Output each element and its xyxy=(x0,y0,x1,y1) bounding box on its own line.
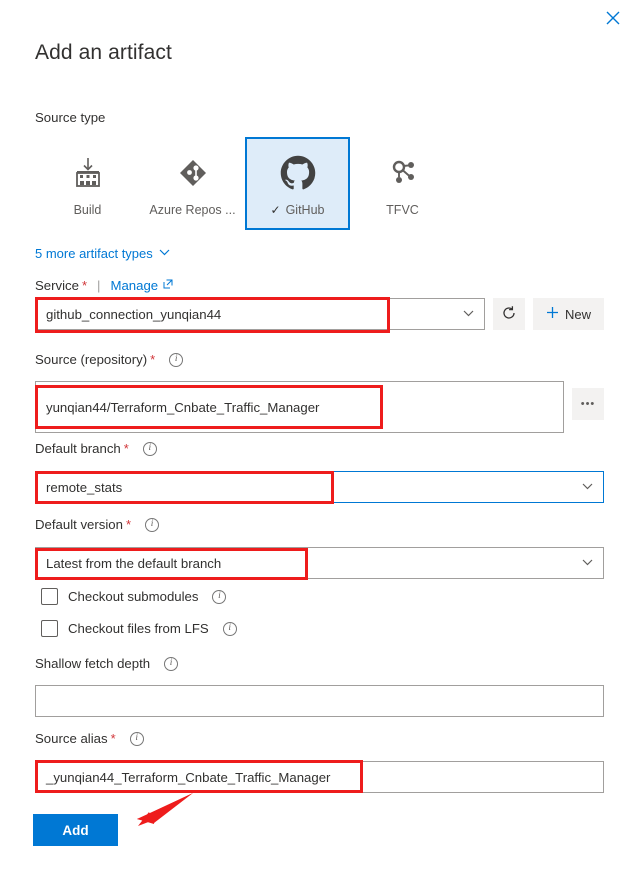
service-value: github_connection_yunqian44 xyxy=(46,306,222,322)
default-branch-value: remote_stats xyxy=(46,479,123,495)
tfvc-icon xyxy=(386,151,420,195)
source-type-tile-label: TFVC xyxy=(386,202,419,217)
source-repository-value: yunqian44/Terraform_Cnbate_Traffic_Manag… xyxy=(46,399,320,415)
add-button-label: Add xyxy=(62,822,89,838)
manage-link[interactable]: Manage xyxy=(110,278,158,293)
checkout-submodules-checkbox[interactable] xyxy=(41,588,58,605)
required-marker: * xyxy=(125,517,132,532)
checkout-submodules-row[interactable]: Checkout submodules i xyxy=(41,588,227,605)
more-artifact-types-link[interactable]: 5 more artifact types xyxy=(35,246,170,261)
github-icon xyxy=(280,151,316,195)
source-type-tile-github[interactable]: ✓ GitHub xyxy=(245,137,350,230)
default-branch-dropdown[interactable]: remote_stats xyxy=(35,471,604,503)
source-type-tile-azure-repos[interactable]: Azure Repos ... xyxy=(140,137,245,230)
info-icon[interactable]: i xyxy=(129,732,144,746)
shallow-fetch-depth-input[interactable] xyxy=(35,685,604,717)
source-repository-input[interactable]: yunqian44/Terraform_Cnbate_Traffic_Manag… xyxy=(35,381,564,433)
close-icon xyxy=(606,11,620,25)
default-version-value: Latest from the default branch xyxy=(46,555,222,571)
chevron-down-icon xyxy=(582,481,593,493)
checkout-lfs-row[interactable]: Checkout files from LFS i xyxy=(41,620,237,637)
ellipsis-icon: ••• xyxy=(580,398,596,410)
info-icon[interactable]: i xyxy=(145,518,160,532)
source-type-tiles: Build Azure Repos ... ✓ GitHub TFVC xyxy=(35,137,455,230)
external-link-icon xyxy=(163,279,173,292)
chevron-down-icon xyxy=(582,557,593,569)
service-dropdown[interactable]: github_connection_yunqian44 xyxy=(35,298,485,330)
page-title: Add an artifact xyxy=(35,41,172,64)
info-icon[interactable]: i xyxy=(212,589,227,604)
refresh-icon xyxy=(501,305,517,324)
service-label: Service xyxy=(35,278,79,293)
info-icon[interactable]: i xyxy=(164,657,179,671)
shallow-fetch-depth-label: Shallow fetch depth i xyxy=(35,656,179,672)
check-icon: ✓ xyxy=(270,202,281,217)
default-branch-label: Default branch * i xyxy=(35,441,157,457)
info-icon[interactable]: i xyxy=(169,353,184,367)
plus-icon xyxy=(546,306,559,322)
more-artifact-types-label: 5 more artifact types xyxy=(35,246,153,261)
checkout-submodules-label: Checkout submodules xyxy=(68,589,199,604)
azure-repos-icon xyxy=(176,151,210,195)
new-service-label: New xyxy=(564,306,591,322)
new-service-button[interactable]: New xyxy=(533,298,604,330)
close-button[interactable] xyxy=(597,2,629,34)
source-repository-label: Source (repository) * i xyxy=(35,352,184,368)
source-alias-value: _yunqian44_Terraform_Cnbate_Traffic_Mana… xyxy=(46,769,331,785)
source-type-tile-build[interactable]: Build xyxy=(35,137,140,230)
default-version-label: Default version * i xyxy=(35,517,160,533)
source-type-tile-label: ✓ GitHub xyxy=(270,202,325,217)
required-marker: * xyxy=(123,441,129,456)
checkout-lfs-label: Checkout files from LFS xyxy=(68,621,209,636)
browse-repository-button[interactable]: ••• xyxy=(572,388,604,420)
source-type-tile-tfvc[interactable]: TFVC xyxy=(350,137,455,230)
required-marker: * xyxy=(110,731,116,746)
refresh-service-button[interactable] xyxy=(493,298,525,330)
checkout-lfs-checkbox[interactable] xyxy=(41,620,58,637)
required-marker: * xyxy=(150,352,156,367)
default-version-dropdown[interactable]: Latest from the default branch xyxy=(35,547,604,579)
service-label-row: Service * | Manage xyxy=(35,278,173,293)
annotation-arrow xyxy=(137,793,193,826)
source-alias-label: Source alias * i xyxy=(35,731,144,747)
source-type-tile-label: Azure Repos ... xyxy=(149,202,236,217)
required-marker: * xyxy=(81,278,88,293)
info-icon[interactable]: i xyxy=(222,621,237,636)
chevron-down-icon xyxy=(463,308,474,320)
add-button[interactable]: Add xyxy=(33,814,118,846)
chevron-down-icon xyxy=(159,248,170,259)
source-type-label: Source type xyxy=(35,110,106,125)
build-icon xyxy=(71,151,105,195)
label-separator: | xyxy=(97,278,101,293)
source-type-tile-label: Build xyxy=(73,202,102,217)
source-alias-input[interactable]: _yunqian44_Terraform_Cnbate_Traffic_Mana… xyxy=(35,761,604,793)
info-icon[interactable]: i xyxy=(142,442,157,456)
